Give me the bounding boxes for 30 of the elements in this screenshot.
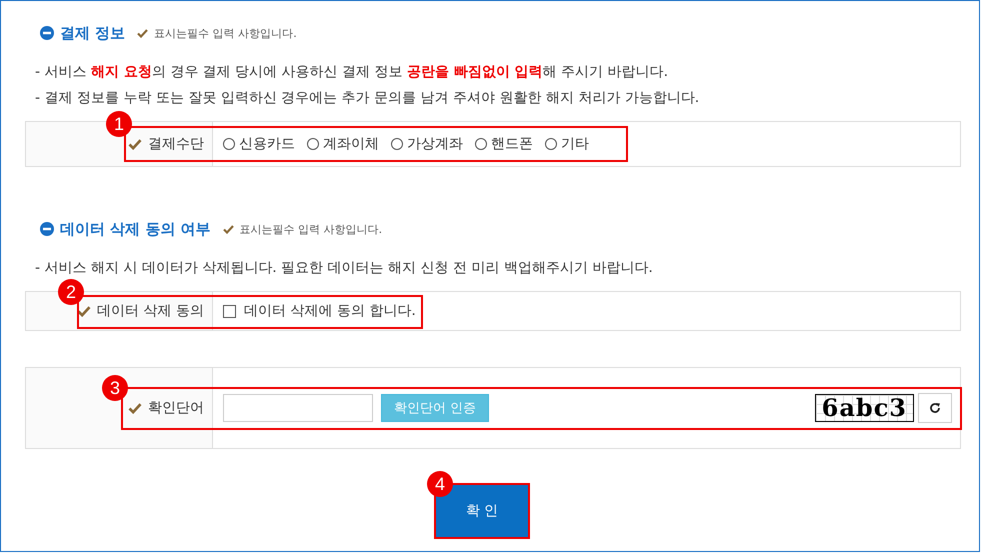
notice-text: - 서비스 해지 요청의 경우 결제 당시에 사용하신 결제 정보 공란을 빠짐없이 입력해 주시기 바랍니다. <box>35 63 670 82</box>
radio-option[interactable]: 신용카드 <box>223 135 295 153</box>
captcha-image: 6abc3 <box>814 394 914 422</box>
required-note: 표시는필수 입력 사항입니다. <box>240 222 382 236</box>
check-icon <box>222 224 234 234</box>
refresh-icon <box>929 402 941 414</box>
input-field[interactable] <box>223 394 373 422</box>
field-label: 데이터 삭제 동의 <box>97 302 204 320</box>
radio-option[interactable]: 계좌이체 <box>307 135 379 153</box>
radio-option[interactable]: 기타 <box>545 135 589 153</box>
minus-circle-icon <box>40 26 54 40</box>
required-note: 표시는필수 입력 사항입니다. <box>154 26 297 40</box>
radio-option[interactable]: 핸드폰 <box>475 135 533 153</box>
minus-circle-icon <box>40 222 54 236</box>
notice-text: - 결제 정보를 누락 또는 잘못 입력하신 경우에는 추가 문의를 남겨 주셔야 원활한 해지 처리가 가능합니다. <box>35 89 700 108</box>
step-number: 4 <box>427 471 453 497</box>
check-icon <box>128 138 142 150</box>
checkbox-option[interactable]: 데이터 삭제에 동의 합니다. <box>223 302 416 320</box>
radio-option[interactable]: 가상계좌 <box>391 135 463 153</box>
refresh-button[interactable] <box>918 393 952 423</box>
check-icon <box>128 402 142 414</box>
field-label: 결제수단 <box>148 135 204 153</box>
step-number: 1 <box>106 111 132 137</box>
step-number: 2 <box>58 279 84 305</box>
section-title: 데이터 삭제 동의 여부 <box>60 220 211 238</box>
check-icon <box>137 28 148 38</box>
field-label: 확인단어 <box>148 399 204 417</box>
notice-text: - 서비스 해지 시 데이터가 삭제됩니다. 필요한 데이터는 해지 신청 전 미리 백업해주시기 바랍니다. <box>35 259 654 278</box>
check-icon <box>77 306 92 316</box>
section-title: 결제 정보 <box>60 24 126 42</box>
